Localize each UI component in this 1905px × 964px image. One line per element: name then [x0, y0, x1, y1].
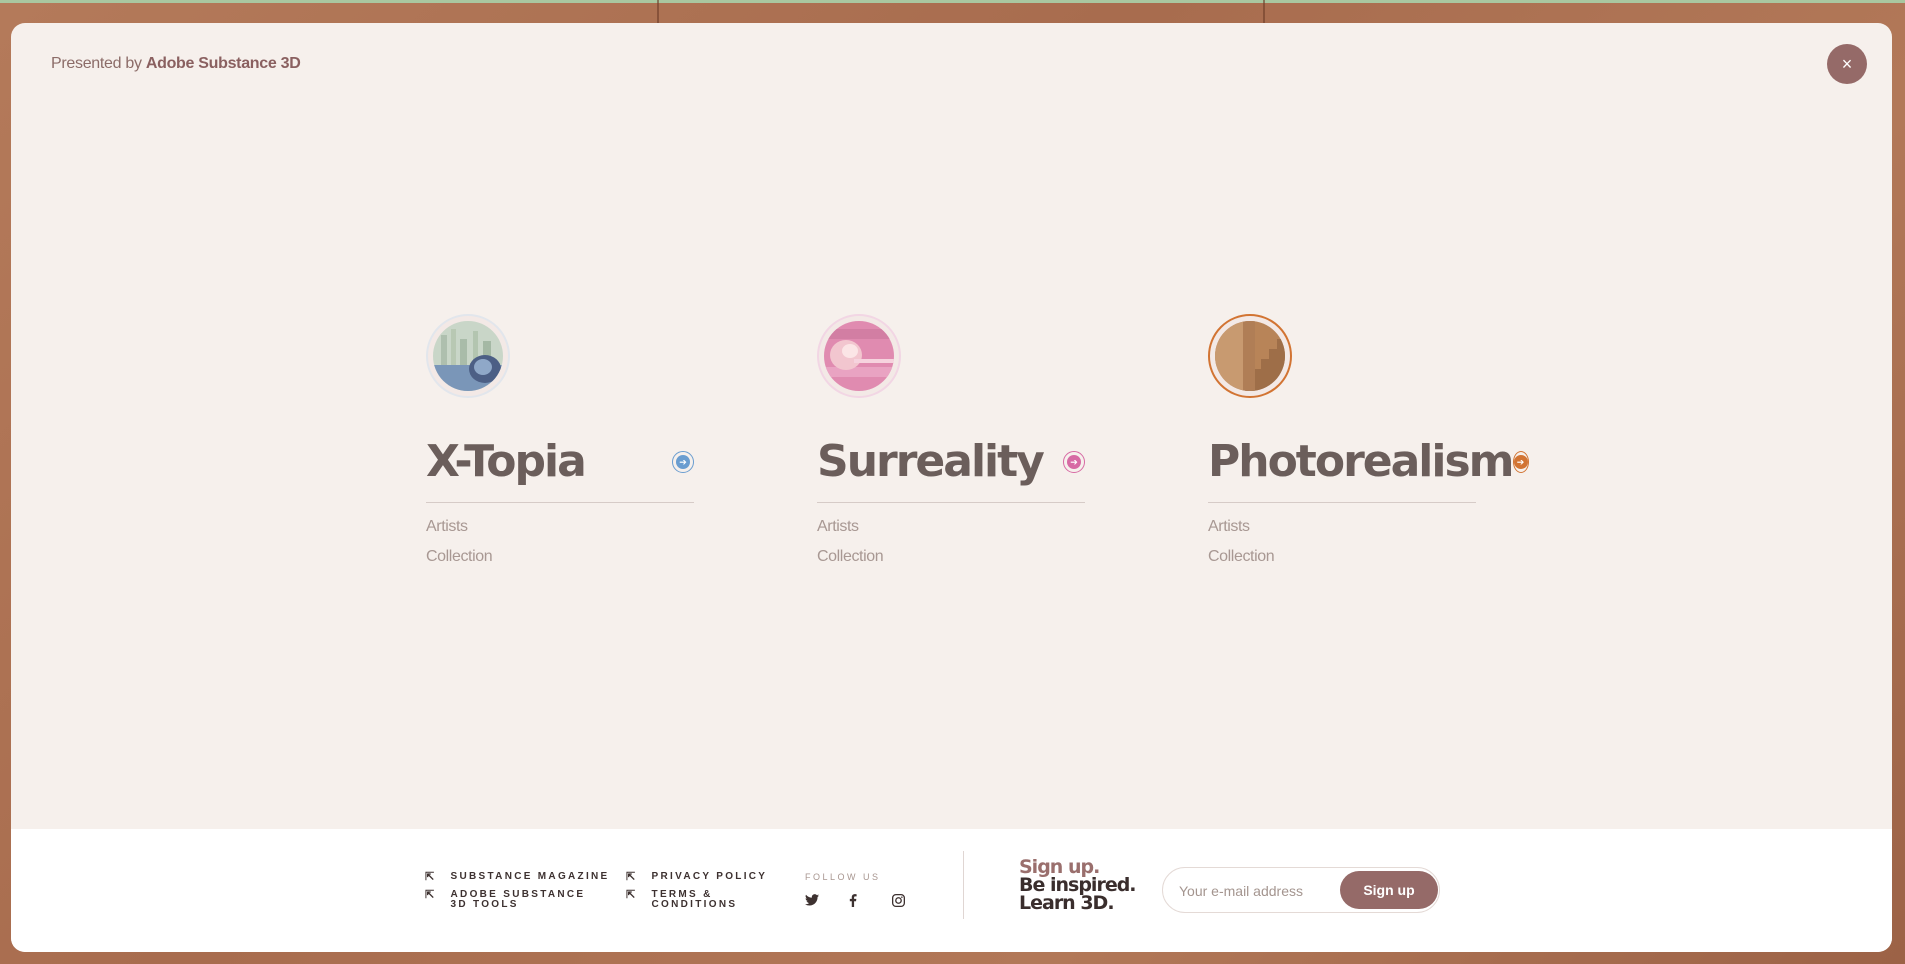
footer-link-substance-magazine[interactable]: ⇱ SUBSTANCE MAGAZINE: [425, 871, 610, 883]
footer-link-label: TERMS & CONDITIONS: [651, 889, 738, 910]
facebook-icon[interactable]: [849, 894, 857, 910]
background-seam: [657, 0, 659, 24]
category-title[interactable]: Photorealism: [1208, 435, 1514, 489]
surreality-image: [824, 321, 894, 391]
arrow-right-icon: ➔: [1067, 455, 1081, 469]
footer-link-label: ADOBE SUBSTANCE 3D TOOLS: [450, 889, 586, 910]
surreality-collection-link[interactable]: Collection: [817, 548, 1085, 566]
twitter-icon[interactable]: [805, 894, 819, 909]
surreality-thumbnail[interactable]: [817, 314, 901, 398]
external-link-icon: ⇱: [425, 871, 437, 883]
category-title[interactable]: X-Topia: [426, 435, 587, 489]
photorealism-thumbnail[interactable]: [1208, 314, 1292, 398]
tagline-line: Learn 3D.: [1019, 892, 1115, 914]
photorealism-go-button[interactable]: ➔: [1512, 451, 1529, 473]
x-topia-image: [433, 321, 503, 391]
divider: [426, 502, 694, 503]
footer-link-label: SUBSTANCE MAGAZINE: [450, 871, 610, 882]
presented-by: Presented by Adobe Substance 3D: [51, 55, 301, 73]
footer-link-label: PRIVACY POLICY: [651, 871, 768, 882]
presented-brand[interactable]: Adobe Substance 3D: [146, 55, 301, 72]
category-photorealism: Photorealism ➔ Artists Collection: [1208, 314, 1529, 566]
photorealism-artists-link[interactable]: Artists: [1208, 518, 1476, 536]
footer-link-substance-tools[interactable]: ⇱ ADOBE SUBSTANCE 3D TOOLS: [425, 890, 605, 910]
arrow-right-icon: ➔: [676, 455, 690, 469]
footer-separator: [963, 851, 964, 919]
close-icon: ×: [1841, 54, 1853, 74]
divider: [1208, 502, 1476, 503]
external-link-icon: ⇱: [425, 889, 437, 901]
footer-link-privacy-policy[interactable]: ⇱ PRIVACY POLICY: [626, 871, 768, 883]
photorealism-image: [1215, 321, 1285, 391]
external-link-icon: ⇱: [626, 871, 638, 883]
menu-modal: Presented by Adobe Substance 3D × X-Topi…: [11, 23, 1892, 952]
footer-link-terms[interactable]: ⇱ TERMS & CONDITIONS: [626, 890, 756, 910]
instagram-icon[interactable]: [892, 894, 905, 910]
x-topia-thumbnail[interactable]: [426, 314, 510, 398]
category-surreality: Surreality ➔ Artists Collection: [817, 314, 1085, 566]
footer: ⇱ SUBSTANCE MAGAZINE ⇱ ADOBE SUBSTANCE 3…: [11, 829, 1892, 952]
arrow-right-icon: ➔: [1513, 455, 1528, 469]
follow-us-label: FOLLOW US: [805, 872, 881, 882]
signup-button[interactable]: Sign up: [1340, 871, 1438, 909]
divider: [817, 502, 1085, 503]
close-button[interactable]: ×: [1827, 44, 1867, 84]
category-title[interactable]: Surreality: [817, 435, 1045, 489]
x-topia-collection-link[interactable]: Collection: [426, 548, 694, 566]
photorealism-collection-link[interactable]: Collection: [1208, 548, 1476, 566]
surreality-artists-link[interactable]: Artists: [817, 518, 1085, 536]
category-x-topia: X-Topia ➔ Artists Collection: [426, 314, 694, 566]
x-topia-artists-link[interactable]: Artists: [426, 518, 694, 536]
email-input[interactable]: [1177, 876, 1331, 906]
signup-tagline: Sign up. Be inspired. Learn 3D.: [1019, 858, 1137, 914]
external-link-icon: ⇱: [626, 889, 638, 901]
x-topia-go-button[interactable]: ➔: [672, 451, 694, 473]
surreality-go-button[interactable]: ➔: [1063, 451, 1085, 473]
top-accent-line: [0, 0, 1905, 3]
background-seam: [1263, 0, 1265, 24]
newsletter-form: Sign up: [1162, 867, 1440, 913]
presented-prefix: Presented by: [51, 55, 142, 72]
